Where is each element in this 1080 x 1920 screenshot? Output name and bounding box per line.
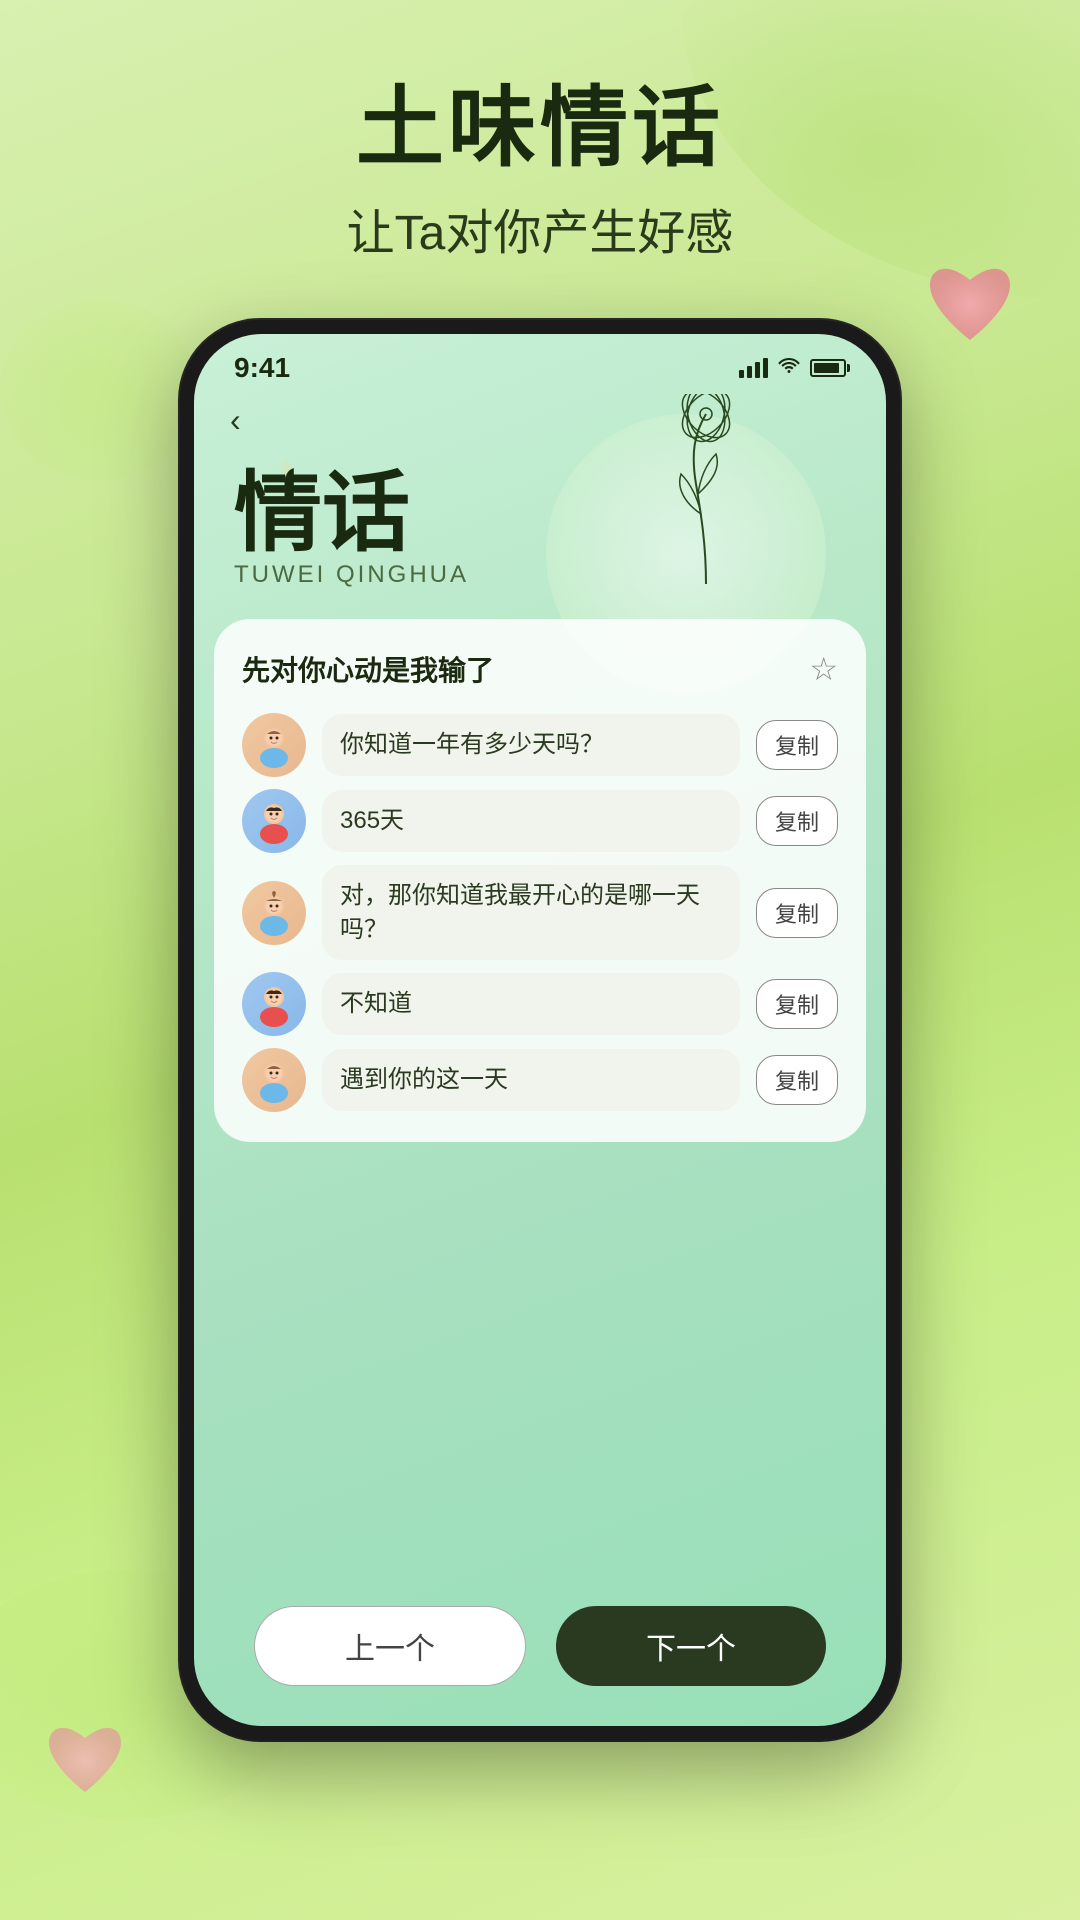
back-button[interactable]: ‹ xyxy=(230,402,241,438)
phone-frame: 9:41 xyxy=(180,320,900,1740)
app-title-pinyin: TUWEI QINGHUA xyxy=(234,561,846,589)
page-title-main: 土味情话 xyxy=(0,80,1080,177)
chat-bubble-4: 不知道 xyxy=(322,973,740,1035)
avatar-girl-3 xyxy=(242,1048,306,1112)
app-header: 情话 TUWEI QINGHUA xyxy=(194,449,886,589)
chat-item: 365天 复制 xyxy=(242,789,838,853)
chat-list: 你知道一年有多少天吗？ 复制 xyxy=(242,713,838,1112)
chat-item: 遇到你的这一天 复制 xyxy=(242,1048,838,1112)
card-title: 先对你心动是我输了 xyxy=(242,649,494,689)
card-header: 先对你心动是我输了 ☆ xyxy=(242,649,838,689)
battery-icon xyxy=(810,359,846,377)
avatar-boy-1 xyxy=(242,789,306,853)
avatar-girl-2 xyxy=(242,881,306,945)
heart-decoration-bottom xyxy=(40,1720,130,1800)
status-icons xyxy=(739,356,846,380)
chat-bubble-3: 对，那你知道我最开心的是哪一天吗？ xyxy=(322,865,740,960)
bottom-navigation: 上一个 下一个 xyxy=(194,1606,886,1686)
next-button[interactable]: 下一个 xyxy=(556,1606,826,1686)
heart-decoration-top xyxy=(920,260,1020,350)
chat-bubble-1: 你知道一年有多少天吗？ xyxy=(322,714,740,776)
phone-screen: 9:41 xyxy=(194,334,886,1726)
status-bar: 9:41 xyxy=(194,334,886,392)
wifi-icon xyxy=(778,356,800,380)
chat-bubble-5: 遇到你的这一天 xyxy=(322,1049,740,1111)
chat-item: 不知道 复制 xyxy=(242,972,838,1036)
copy-button-3[interactable]: 复制 xyxy=(756,888,838,938)
chat-item: 对，那你知道我最开心的是哪一天吗？ 复制 xyxy=(242,865,838,960)
copy-button-4[interactable]: 复制 xyxy=(756,979,838,1029)
prev-button[interactable]: 上一个 xyxy=(254,1606,526,1686)
avatar-girl-1 xyxy=(242,713,306,777)
phone-mockup: 9:41 xyxy=(180,320,900,1740)
favorite-button[interactable]: ☆ xyxy=(809,650,838,688)
nav-bar: ‹ ✦ xyxy=(194,392,886,449)
avatar-boy-2 xyxy=(242,972,306,1036)
page-title-sub: 让Ta对你产生好感 xyxy=(0,193,1080,263)
status-time: 9:41 xyxy=(234,352,290,384)
chat-bubble-2: 365天 xyxy=(322,790,740,852)
copy-button-5[interactable]: 复制 xyxy=(756,1055,838,1105)
page-header: 土味情话 让Ta对你产生好感 xyxy=(0,0,1080,303)
chat-item: 你知道一年有多少天吗？ 复制 xyxy=(242,713,838,777)
sparkle-icon: ✦ xyxy=(274,452,297,485)
content-card: 先对你心动是我输了 ☆ xyxy=(214,619,866,1142)
app-title-chinese: 情话 xyxy=(234,469,846,557)
copy-button-1[interactable]: 复制 xyxy=(756,720,838,770)
copy-button-2[interactable]: 复制 xyxy=(756,796,838,846)
bg-decoration-3 xyxy=(0,300,200,480)
signal-icon xyxy=(739,358,768,378)
